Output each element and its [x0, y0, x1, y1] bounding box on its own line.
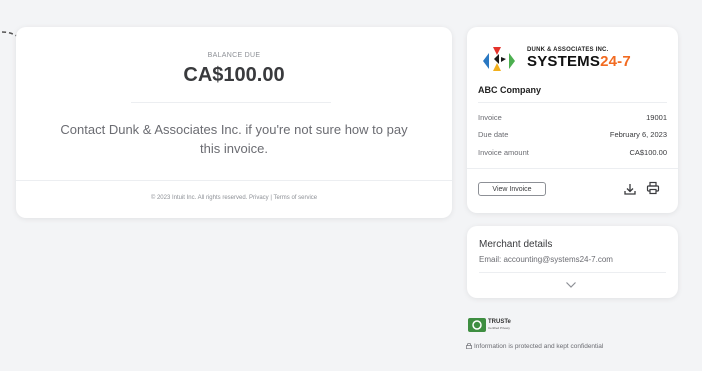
truste-logo-icon [468, 318, 486, 332]
divider [478, 102, 667, 103]
row-value: February 6, 2023 [609, 130, 667, 139]
row-value: 19001 [646, 113, 667, 122]
truste-badge[interactable]: TRUSTe Certified Privacy [468, 318, 528, 332]
row-label: Invoice amount [478, 148, 529, 157]
row-value: CA$100.00 [629, 148, 667, 157]
balance-card: BALANCE DUE CA$100.00 Contact Dunk & Ass… [16, 27, 452, 218]
copyright-footer: © 2023 Intuit Inc. All rights reserved. … [150, 195, 318, 201]
view-invoice-button[interactable]: View Invoice [478, 182, 546, 196]
truste-subtitle: Certified Privacy [488, 326, 510, 330]
print-icon[interactable] [646, 181, 660, 195]
divider [467, 168, 678, 169]
download-icon[interactable] [623, 182, 637, 196]
row-label: Due date [478, 130, 509, 139]
balance-due-amount: CA$100.00 [183, 64, 285, 86]
invoice-summary-card: DUNK & ASSOCIATES INC. SYSTEMS24-7 ABC C… [467, 27, 678, 213]
merchant-details-title: Merchant details [479, 239, 553, 250]
balance-due-label: BALANCE DUE [207, 52, 261, 59]
privacy-note-text: Information is protected and kept confid… [474, 343, 604, 350]
chevron-down-icon[interactable] [565, 281, 577, 289]
logo-systems-text: SYSTEMS24-7 [527, 53, 631, 70]
logo-systems-word: SYSTEMS [527, 53, 601, 70]
due-date-row: Due date February 6, 2023 [478, 130, 667, 139]
lock-icon [466, 343, 472, 349]
merchant-details-card: Merchant details Email: accounting@syste… [467, 226, 678, 298]
divider [16, 180, 452, 181]
truste-name: TRUSTe [488, 319, 511, 325]
divider [131, 102, 331, 103]
logo-mark-icon [483, 47, 515, 71]
privacy-note: Information is protected and kept confid… [466, 343, 603, 350]
merchant-logo: DUNK & ASSOCIATES INC. SYSTEMS24-7 [479, 41, 639, 75]
logo-num: 24-7 [600, 53, 631, 70]
invoice-number-row: Invoice 19001 [478, 113, 667, 122]
row-label: Invoice [478, 113, 502, 122]
invoice-amount-row: Invoice amount CA$100.00 [478, 148, 667, 157]
merchant-email: Email: accounting@systems24-7.com [479, 255, 613, 264]
customer-company: ABC Company [478, 85, 542, 95]
contact-message: Contact Dunk & Associates Inc. if you're… [60, 122, 408, 156]
divider [479, 272, 666, 273]
